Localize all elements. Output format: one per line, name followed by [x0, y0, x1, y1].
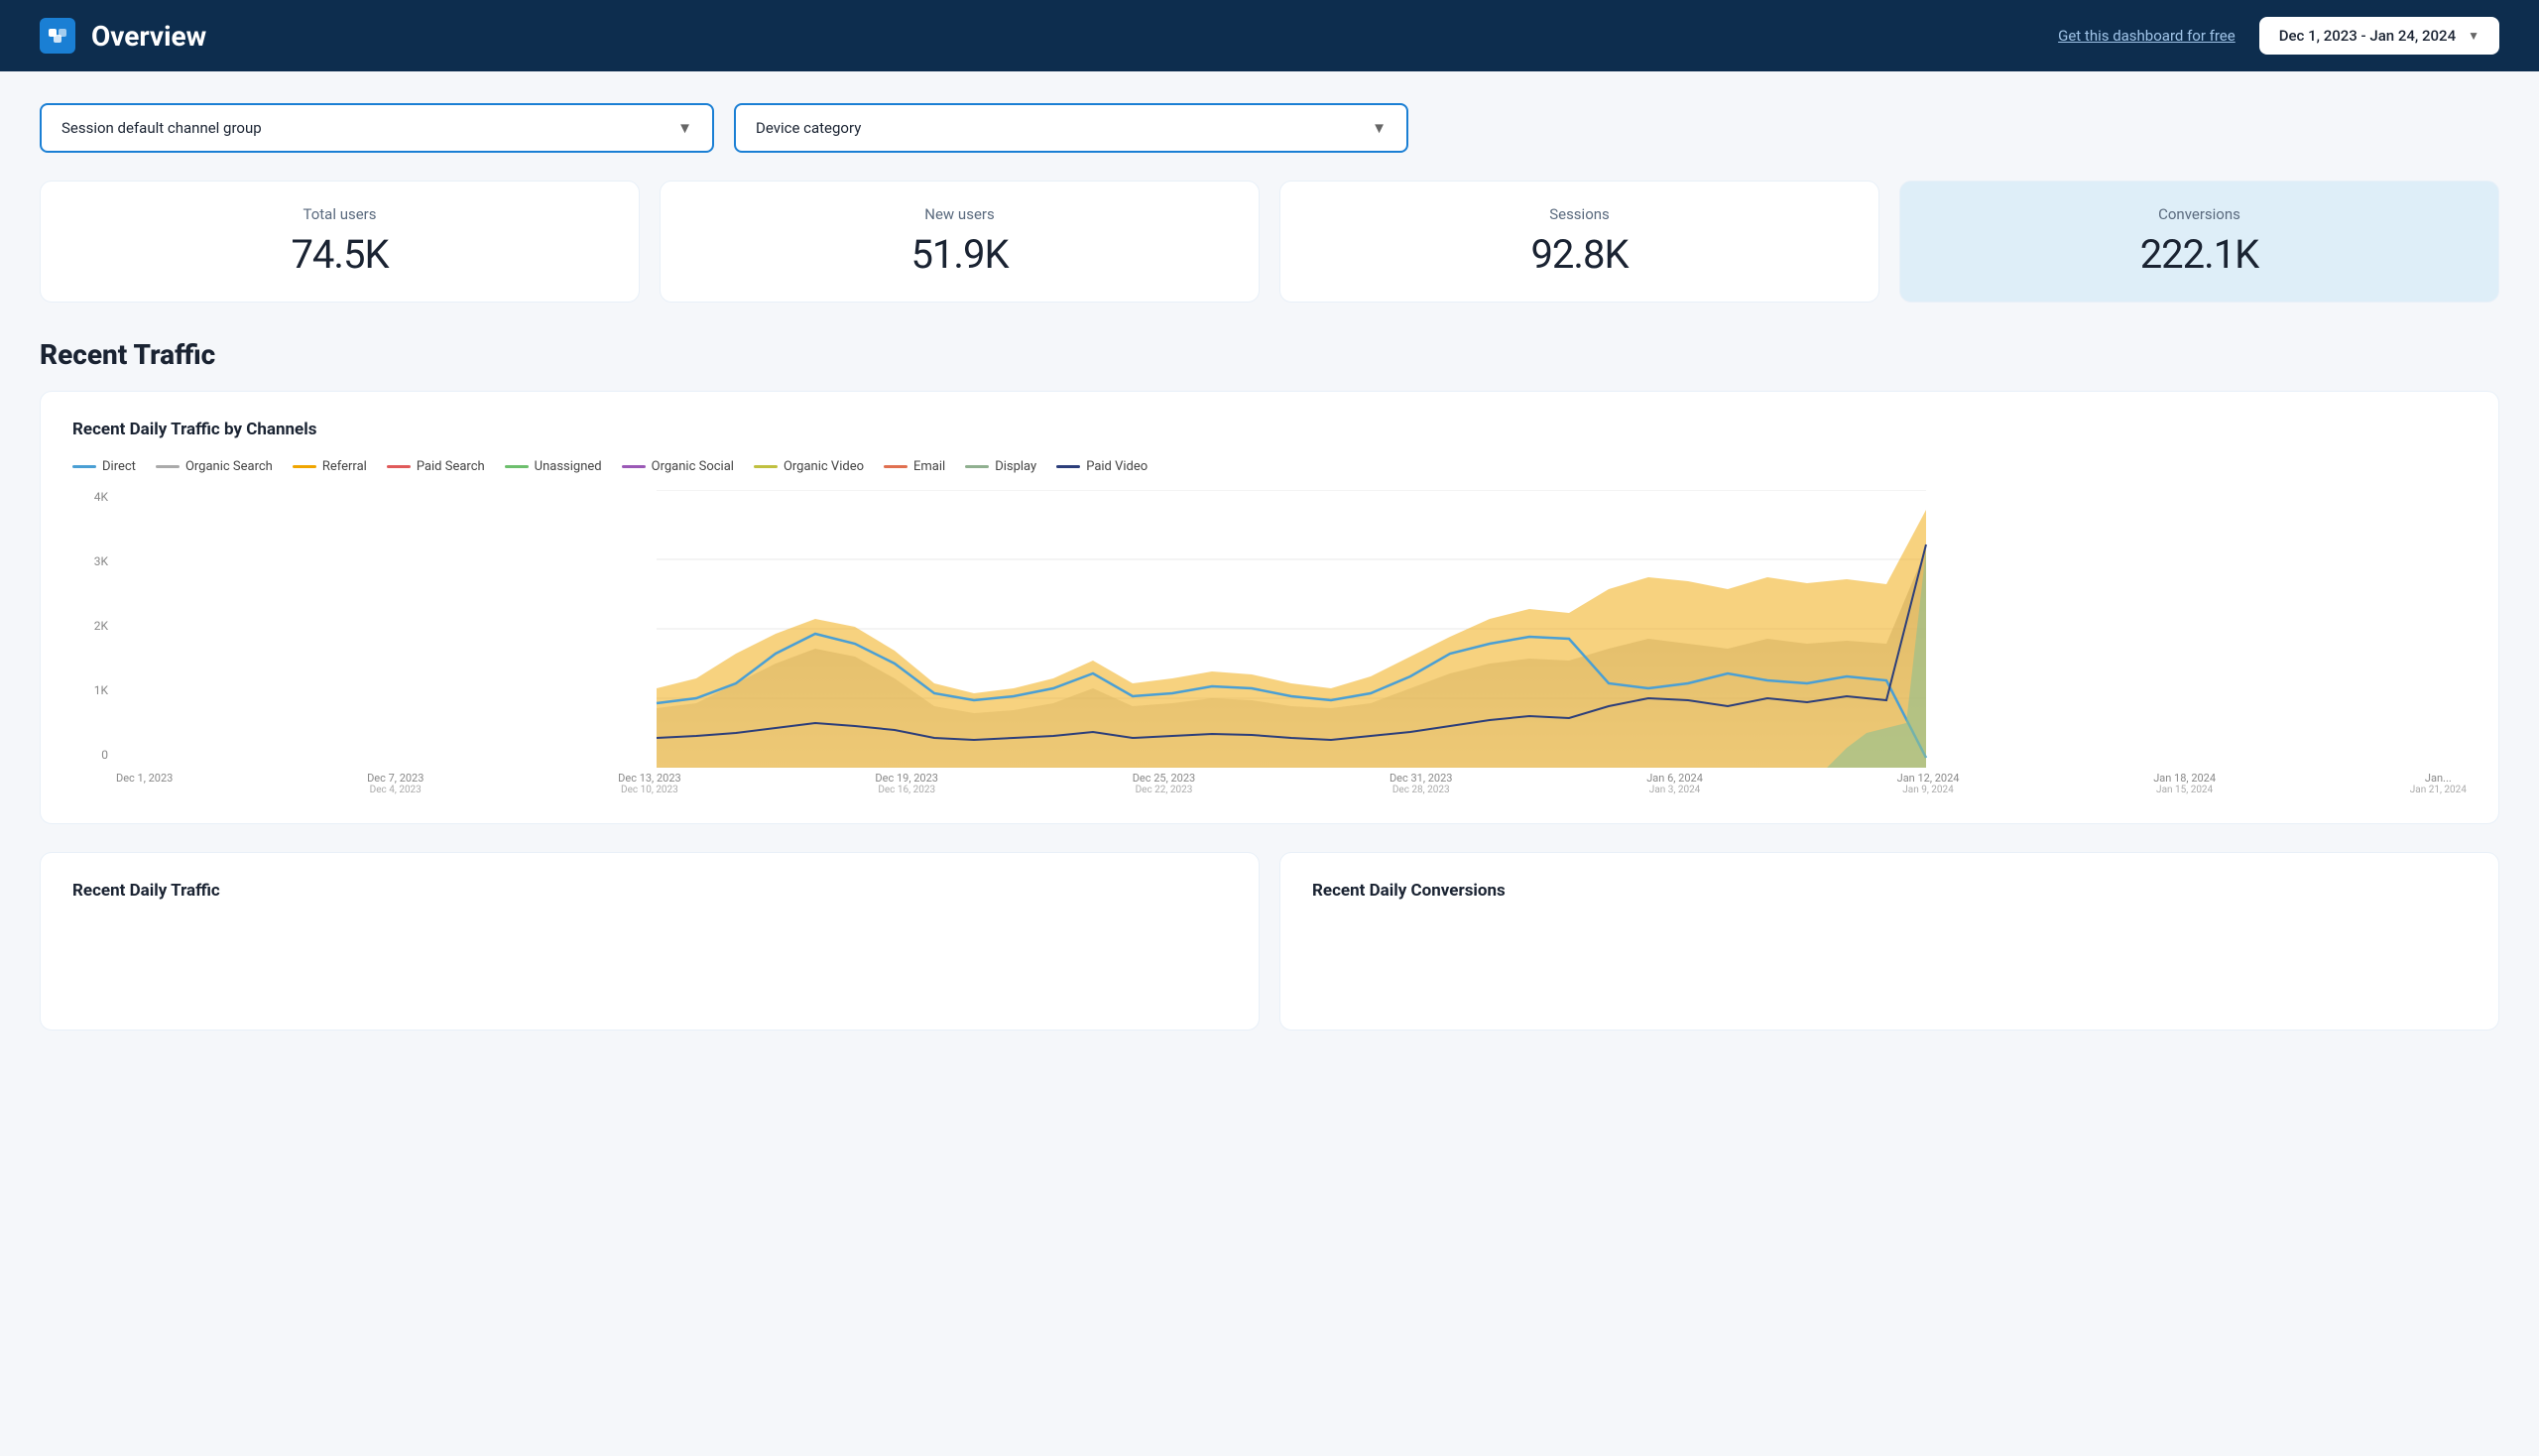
legend-organic-video: Organic Video	[754, 459, 864, 474]
recent-daily-traffic-title: Recent Daily Traffic	[72, 881, 1227, 901]
device-category-label: Device category	[756, 119, 861, 137]
legend-unassigned: Unassigned	[505, 459, 602, 474]
legend-display: Display	[965, 459, 1036, 474]
device-category-filter[interactable]: Device category ▼	[734, 103, 1408, 153]
sessions-value: 92.8K	[1530, 231, 1628, 278]
legend-direct-label: Direct	[102, 459, 136, 474]
legend-paid-video-label: Paid Video	[1086, 459, 1148, 474]
legend-direct-icon	[72, 465, 96, 468]
legend-organic-social: Organic Social	[622, 459, 734, 474]
legend-paid-search-label: Paid Search	[417, 459, 485, 474]
get-dashboard-link[interactable]: Get this dashboard for free	[2058, 27, 2236, 45]
legend-email-icon	[884, 465, 907, 468]
y-label-2k: 2K	[72, 619, 108, 633]
main-content: Session default channel group ▼ Device c…	[0, 71, 2539, 1062]
legend-paid-search: Paid Search	[387, 459, 485, 474]
traffic-chart-container: Recent Daily Traffic by Channels Direct …	[40, 391, 2499, 824]
recent-daily-traffic-card: Recent Daily Traffic	[40, 852, 1260, 1031]
filter-row: Session default channel group ▼ Device c…	[40, 103, 2499, 153]
legend-referral-icon	[293, 465, 316, 468]
x-label-dec7: Dec 7, 2023 Dec 4, 2023	[367, 772, 423, 795]
x-label-dec13: Dec 13, 2023 Dec 10, 2023	[618, 772, 681, 795]
x-label-dec31: Dec 31, 2023 Dec 28, 2023	[1390, 772, 1453, 795]
date-picker-chevron-icon: ▼	[2468, 29, 2479, 43]
area-referral	[657, 510, 1926, 768]
total-users-value: 74.5K	[291, 231, 388, 278]
y-label-3k: 3K	[72, 554, 108, 568]
legend-referral-label: Referral	[322, 459, 367, 474]
legend-organic-social-icon	[622, 465, 646, 468]
bottom-section: Recent Daily Traffic Recent Daily Conver…	[40, 852, 2499, 1031]
y-label-0: 0	[72, 748, 108, 762]
legend-unassigned-icon	[505, 465, 529, 468]
sessions-label: Sessions	[1549, 205, 1610, 223]
legend-direct: Direct	[72, 459, 136, 474]
new-users-value: 51.9K	[910, 231, 1008, 278]
legend-organic-video-icon	[754, 465, 778, 468]
x-label-jan6: Jan 6, 2024 Jan 3, 2024	[1646, 772, 1703, 795]
x-label-dec25: Dec 25, 2023 Dec 22, 2023	[1133, 772, 1196, 795]
y-label-4k: 4K	[72, 490, 108, 504]
legend-paid-video: Paid Video	[1056, 459, 1148, 474]
legend-display-icon	[965, 465, 989, 468]
header-left: Overview	[40, 18, 206, 54]
total-users-label: Total users	[302, 205, 376, 223]
recent-daily-conversions-card: Recent Daily Conversions	[1279, 852, 2499, 1031]
recent-daily-conversions-title: Recent Daily Conversions	[1312, 881, 2467, 901]
x-label-jan18: Jan 18, 2024 Jan 15, 2024	[2153, 772, 2216, 795]
x-label-jan-end: Jan... Jan 21, 2024	[2410, 772, 2467, 795]
header-right: Get this dashboard for free Dec 1, 2023 …	[2058, 17, 2499, 55]
device-category-chevron-icon: ▼	[1372, 119, 1387, 137]
channel-group-label: Session default channel group	[61, 119, 262, 137]
legend-organic-video-label: Organic Video	[784, 459, 864, 474]
legend-unassigned-label: Unassigned	[535, 459, 602, 474]
x-label-dec19: Dec 19, 2023 Dec 16, 2023	[875, 772, 938, 795]
chart-x-axis: Dec 1, 2023 Dec 7, 2023 Dec 4, 2023 Dec …	[116, 772, 2467, 795]
date-range-value: Dec 1, 2023 - Jan 24, 2024	[2279, 27, 2456, 45]
header: Overview Get this dashboard for free Dec…	[0, 0, 2539, 71]
section-title: Recent Traffic	[40, 338, 2499, 371]
legend-display-label: Display	[995, 459, 1036, 474]
x-label-dec1: Dec 1, 2023	[116, 772, 173, 795]
traffic-chart-svg	[116, 490, 2467, 768]
chart-title: Recent Daily Traffic by Channels	[72, 420, 2467, 439]
app-title: Overview	[91, 20, 206, 53]
chart-y-axis: 4K 3K 2K 1K 0	[72, 490, 108, 766]
date-range-picker[interactable]: Dec 1, 2023 - Jan 24, 2024 ▼	[2259, 17, 2499, 55]
chart-wrapper: 4K 3K 2K 1K 0	[72, 490, 2467, 795]
legend-paid-video-icon	[1056, 465, 1080, 468]
legend-paid-search-icon	[387, 465, 411, 468]
conversions-label: Conversions	[2158, 205, 2240, 223]
x-label-jan12: Jan 12, 2024 Jan 9, 2024	[1897, 772, 1960, 795]
legend-organic-search: Organic Search	[156, 459, 273, 474]
legend-email: Email	[884, 459, 945, 474]
new-users-label: New users	[924, 205, 994, 223]
chart-legend: Direct Organic Search Referral Paid Sear…	[72, 459, 2467, 474]
legend-organic-social-label: Organic Social	[652, 459, 734, 474]
channel-group-filter[interactable]: Session default channel group ▼	[40, 103, 714, 153]
y-label-1k: 1K	[72, 683, 108, 697]
channel-group-chevron-icon: ▼	[677, 119, 692, 137]
metric-card-sessions: Sessions 92.8K	[1279, 181, 1879, 303]
legend-email-label: Email	[913, 459, 945, 474]
legend-organic-search-label: Organic Search	[185, 459, 273, 474]
legend-organic-search-icon	[156, 465, 180, 468]
metric-card-conversions: Conversions 222.1K	[1899, 181, 2499, 303]
logo-icon	[40, 18, 75, 54]
metric-cards: Total users 74.5K New users 51.9K Sessio…	[40, 181, 2499, 303]
metric-card-total-users: Total users 74.5K	[40, 181, 640, 303]
legend-referral: Referral	[293, 459, 367, 474]
chart-area	[116, 490, 2467, 768]
metric-card-new-users: New users 51.9K	[660, 181, 1260, 303]
conversions-value: 222.1K	[2140, 231, 2259, 278]
